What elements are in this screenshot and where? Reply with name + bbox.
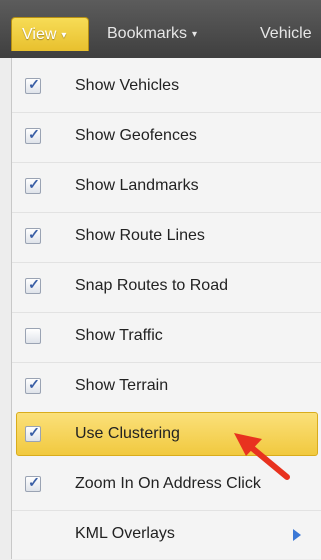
red-arrow-icon [234, 433, 290, 480]
